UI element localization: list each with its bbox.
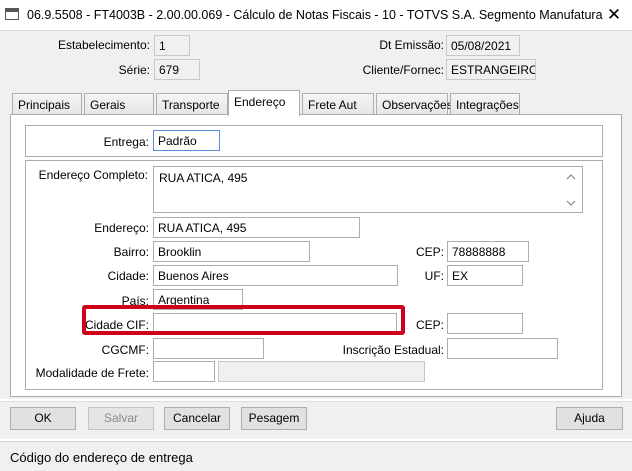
endereco-completo-label: Endereço Completo:: [38, 168, 148, 182]
bairro-label: Bairro:: [113, 245, 149, 259]
cep-cif-label: CEP:: [415, 318, 444, 332]
tab-gerais[interactable]: Gerais: [84, 93, 154, 115]
status-bar: Código do endereço de entrega: [0, 441, 632, 471]
chevron-down-icon[interactable]: [566, 199, 576, 209]
dt-emissao-label: Dt Emissão:: [379, 38, 444, 52]
tab-principais[interactable]: Principais: [12, 93, 82, 115]
uf-field[interactable]: EX: [447, 265, 523, 286]
endereco-completo-textarea[interactable]: RUA ATICA, 495: [153, 166, 583, 213]
estabelecimento-field[interactable]: 1: [154, 35, 190, 56]
cliente-label: Cliente/Fornec:: [362, 63, 444, 77]
cidade-label: Cidade:: [107, 269, 149, 283]
cgcmf-field[interactable]: [153, 338, 264, 359]
cancelar-button[interactable]: Cancelar: [164, 407, 230, 430]
estabelecimento-label: Estabelecimento:: [57, 38, 150, 52]
salvar-button[interactable]: Salvar: [88, 407, 154, 430]
ajuda-button[interactable]: Ajuda: [556, 407, 623, 430]
app-window-icon: [5, 8, 19, 20]
chevron-up-icon[interactable]: [566, 172, 576, 182]
uf-label: UF:: [424, 269, 444, 283]
status-text: Código do endereço de entrega: [10, 450, 193, 465]
cep-field[interactable]: 78888888: [447, 241, 529, 262]
cgcmf-label: CGCMF:: [101, 343, 149, 357]
endereco-completo-value: RUA ATICA, 495: [159, 171, 248, 185]
highlight-box: [82, 305, 405, 335]
tab-endereco[interactable]: Endereço: [228, 90, 300, 116]
close-button[interactable]: ✕: [602, 4, 626, 26]
bairro-field[interactable]: Brooklin: [153, 241, 310, 262]
modalidade-frete-description: [218, 361, 425, 382]
window-title: 06.9.5508 - FT4003B - 2.00.00.069 - Cálc…: [27, 8, 603, 22]
cliente-field[interactable]: ESTRANGEIRO: [446, 59, 536, 80]
cep-label: CEP:: [415, 245, 444, 259]
modalidade-frete-field[interactable]: [153, 361, 215, 382]
tab-transporte[interactable]: Transporte: [156, 93, 228, 115]
serie-label: Série:: [118, 63, 150, 77]
tab-integracoes[interactable]: Integrações: [450, 93, 520, 115]
tab-frete-aut[interactable]: Frete Aut: [302, 93, 374, 115]
serie-field[interactable]: 679: [154, 59, 200, 80]
cep-cif-field[interactable]: [447, 313, 523, 334]
entrega-field[interactable]: Padrão: [153, 130, 220, 151]
tab-observacoes[interactable]: Observações: [376, 93, 453, 115]
dt-emissao-field[interactable]: 05/08/2021: [446, 35, 520, 56]
modalidade-frete-label: Modalidade de Frete:: [35, 366, 149, 380]
inscricao-estadual-label: Inscrição Estadual:: [342, 343, 444, 357]
entrega-label: Entrega:: [103, 135, 149, 149]
cidade-field[interactable]: Buenos Aires: [153, 265, 398, 286]
pesagem-button[interactable]: Pesagem: [241, 407, 307, 430]
endereco-label: Endereço:: [94, 221, 149, 235]
endereco-field[interactable]: RUA ATICA, 495: [153, 217, 360, 238]
ok-button[interactable]: OK: [10, 407, 76, 430]
inscricao-estadual-field[interactable]: [447, 338, 558, 359]
